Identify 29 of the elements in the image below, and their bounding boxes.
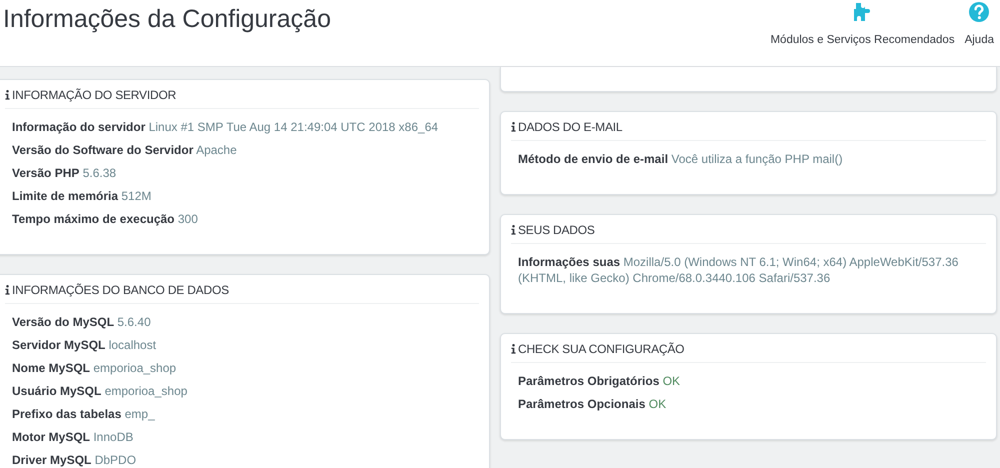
info-icon: [5, 284, 10, 294]
info-text: Nome MySQL emporioa_shop: [12, 360, 178, 376]
page-title: Informações da Configuração: [3, 4, 331, 34]
panel-title: INFORMAÇÃO DO SERVIDOR: [12, 88, 176, 102]
info-text: Driver MySQL DbPDO: [12, 452, 138, 468]
info-text: Servidor MySQL localhost: [12, 337, 158, 353]
info-icon: [511, 224, 516, 234]
info-text: Usuário MySQL emporioa_shop: [12, 383, 188, 399]
info-text: Parâmetros Obrigatórios OK: [518, 373, 682, 389]
panel-title: INFORMAÇÕES DO BANCO DE DADOS: [12, 282, 229, 296]
info-text: Versão do Software do Servidor Apache: [12, 142, 238, 158]
info-text: Versão do MySQL 5.6.40: [12, 314, 152, 330]
info-text: Informação do servidor Linux #1 SMP Tue Aug 14 21:49:04 UTC 2018 x86_64: [12, 119, 440, 135]
panel-title: DADOS DO E-MAIL: [518, 120, 622, 134]
info-text: Informações suas Mozilla/5.0 (Windows NT 6.1; Win64; x64) AppleWebKit/537.36 (KHTML, like Gecko) Chrome/68.0.3440.106 Safari/537.36: [518, 254, 960, 286]
panel-title: SEUS DADOS: [518, 222, 595, 236]
info-text: Versão PHP 5.6.38: [12, 165, 118, 181]
toolbar-link[interactable]: Ajuda: [964, 0, 994, 46]
info-text: Prefixo das tabelas emp_: [12, 406, 156, 422]
info-text: Limite de memória 512M: [12, 188, 152, 204]
info-icon: [511, 122, 516, 132]
info-text: Tempo máximo de execução 300: [12, 211, 199, 227]
info-text: Método de envio de e-mail Você utiliza a função PHP mail(): [518, 151, 844, 167]
panel-title: CHECK SUA CONFIGURAÇÃO: [518, 342, 684, 356]
info-text: Parâmetros Opcionais OK: [518, 396, 668, 412]
info-icon: [5, 90, 10, 100]
info-icon: [511, 344, 516, 354]
toolbar-link[interactable]: Módulos e Serviços Recomendados: [770, 0, 955, 46]
info-text: Motor MySQL InnoDB: [12, 429, 134, 445]
